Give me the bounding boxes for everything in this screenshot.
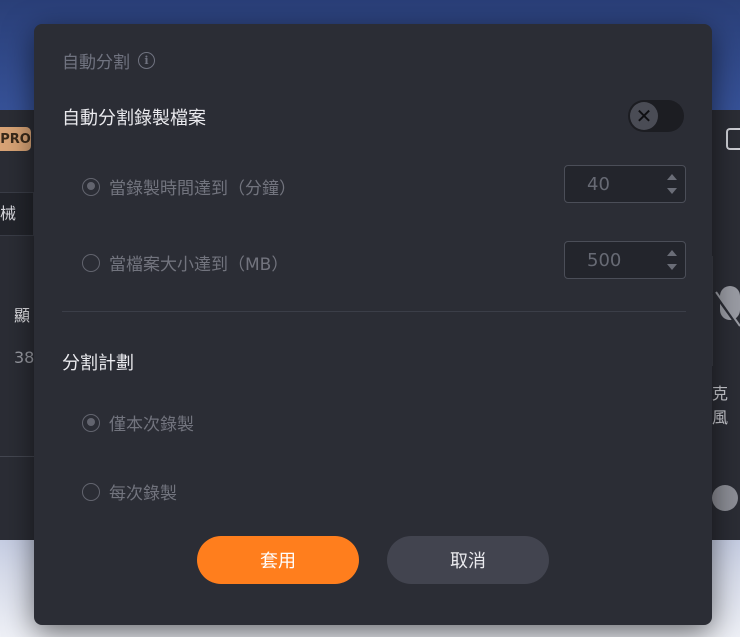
plan-title: 分割計劃 <box>62 353 134 374</box>
time-stepper[interactable]: 40 <box>564 165 686 203</box>
radio-time[interactable] <box>82 177 100 196</box>
mic-muted-icon <box>712 286 740 330</box>
plan-option-every-time[interactable]: 每次錄製 <box>82 479 177 504</box>
plan-option-every-time-label: 每次錄製 <box>109 484 177 504</box>
apply-button[interactable]: 套用 <box>197 536 359 584</box>
radio-size[interactable] <box>82 253 100 272</box>
close-icon: ✕ <box>630 102 658 130</box>
plan-option-this-time-label: 僅本次錄製 <box>109 415 194 435</box>
dialog-title-text: 自動分割 <box>62 53 130 73</box>
background-label: 顯 <box>14 306 31 325</box>
chevron-up-icon[interactable] <box>667 174 677 180</box>
menu-icon <box>726 128 740 150</box>
pro-badge: PRO <box>0 127 31 151</box>
cancel-button[interactable]: 取消 <box>387 536 549 584</box>
chevron-down-icon[interactable] <box>667 264 677 270</box>
dialog-title: 自動分割 i <box>62 48 155 73</box>
background-field: 械 <box>0 192 34 236</box>
size-stepper-value[interactable]: 500 <box>587 250 621 271</box>
size-stepper[interactable]: 500 <box>564 241 686 279</box>
radio-this-time[interactable] <box>82 413 100 432</box>
option-time-label: 當錄製時間達到（分鐘） <box>109 179 296 199</box>
radio-every-time[interactable] <box>82 482 100 501</box>
auto-split-label: 自動分割錄製檔案 <box>62 108 206 129</box>
background-number: 38 <box>14 348 35 367</box>
chevron-down-icon[interactable] <box>667 188 677 194</box>
option-size-label: 當檔案大小達到（MB） <box>109 255 289 275</box>
chevron-up-icon[interactable] <box>667 250 677 256</box>
info-icon[interactable]: i <box>138 52 155 69</box>
auto-split-toggle[interactable]: ✕ <box>628 100 684 132</box>
section-divider <box>62 311 686 312</box>
auto-split-dialog: 自動分割 i 自動分割錄製檔案 ✕ 當錄製時間達到（分鐘） 40 當檔案大小達到… <box>34 24 712 625</box>
background-round-icon <box>712 485 738 511</box>
option-time[interactable]: 當錄製時間達到（分鐘） <box>82 174 296 199</box>
plan-option-this-time[interactable]: 僅本次錄製 <box>82 410 194 435</box>
background-right-label: 克風 <box>712 384 729 427</box>
option-size[interactable]: 當檔案大小達到（MB） <box>82 250 288 275</box>
background-divider <box>0 456 34 457</box>
time-stepper-value[interactable]: 40 <box>587 174 610 195</box>
